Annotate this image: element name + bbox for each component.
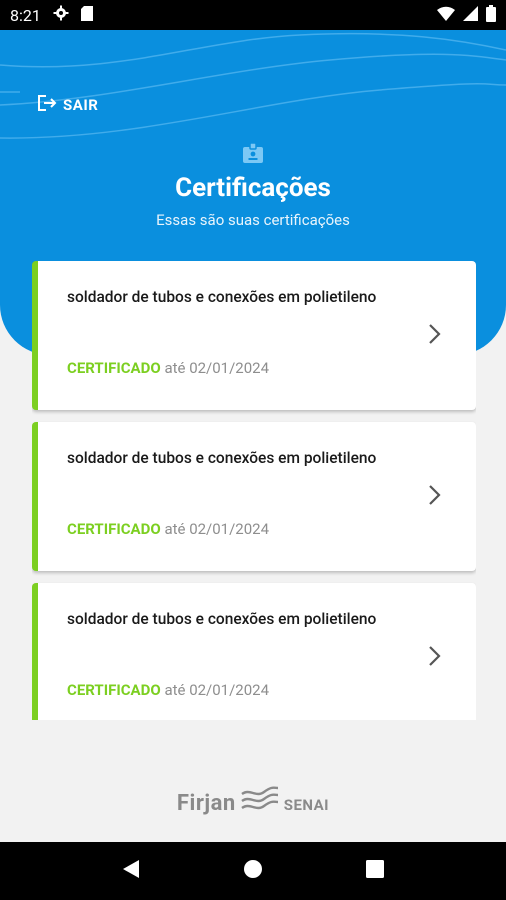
certification-status-line: CERTIFICADO até 02/01/2024 xyxy=(67,359,269,377)
back-button[interactable] xyxy=(116,856,146,886)
certification-course: soldador de tubos e conexões em polietil… xyxy=(67,610,377,628)
wifi-icon xyxy=(437,6,455,25)
status-time: 8:21 xyxy=(10,5,41,25)
waves-logo-icon xyxy=(240,786,280,820)
signal-icon xyxy=(463,5,478,25)
recents-icon xyxy=(366,860,384,882)
certification-status: CERTIFICADO xyxy=(67,359,161,377)
certification-card[interactable]: soldador de tubos e conexões em polietil… xyxy=(32,583,476,720)
logout-icon xyxy=(37,94,57,116)
gear-icon xyxy=(53,5,69,25)
certification-course: soldador de tubos e conexões em polietil… xyxy=(67,449,377,467)
back-icon xyxy=(122,859,140,883)
certification-valid-until: até 02/01/2024 xyxy=(164,359,270,377)
badge-icon xyxy=(242,142,264,167)
certification-status-line: CERTIFICADO até 02/01/2024 xyxy=(67,681,269,699)
page-title: Certificações xyxy=(175,173,331,203)
logo-senai: SENAI xyxy=(283,796,330,814)
battery-icon xyxy=(486,4,496,26)
certification-list: soldador de tubos e conexões em polietil… xyxy=(32,261,476,720)
certification-card[interactable]: soldador de tubos e conexões em polietil… xyxy=(32,261,476,410)
recents-button[interactable] xyxy=(360,856,390,886)
certification-card[interactable]: soldador de tubos e conexões em polietil… xyxy=(32,422,476,571)
chevron-right-icon xyxy=(428,484,442,510)
certification-valid-until: até 02/01/2024 xyxy=(164,681,270,699)
page-subtitle: Essas são suas certificações xyxy=(156,211,350,229)
header-title-block: Certificações Essas são suas certificaçõ… xyxy=(0,142,506,229)
sd-card-icon xyxy=(80,5,93,25)
logo-firjan: Firjan xyxy=(176,790,236,816)
certification-course: soldador de tubos e conexões em polietil… xyxy=(67,288,377,306)
chevron-right-icon xyxy=(428,645,442,671)
status-bar: 8:21 xyxy=(0,0,506,30)
home-button[interactable] xyxy=(238,856,268,886)
app-screen: 8:21 SAIR Certificações Essas são suas c… xyxy=(0,0,506,900)
certification-status: CERTIFICADO xyxy=(67,520,161,538)
home-icon xyxy=(243,859,263,883)
firjan-senai-logo: Firjan SENAI xyxy=(0,786,506,820)
certification-status: CERTIFICADO xyxy=(67,681,161,699)
logout-button[interactable]: SAIR xyxy=(37,94,98,116)
certification-valid-until: até 02/01/2024 xyxy=(164,520,270,538)
system-nav-bar xyxy=(0,842,506,900)
certification-status-line: CERTIFICADO até 02/01/2024 xyxy=(67,520,269,538)
chevron-right-icon xyxy=(428,323,442,349)
logout-label: SAIR xyxy=(63,96,99,114)
